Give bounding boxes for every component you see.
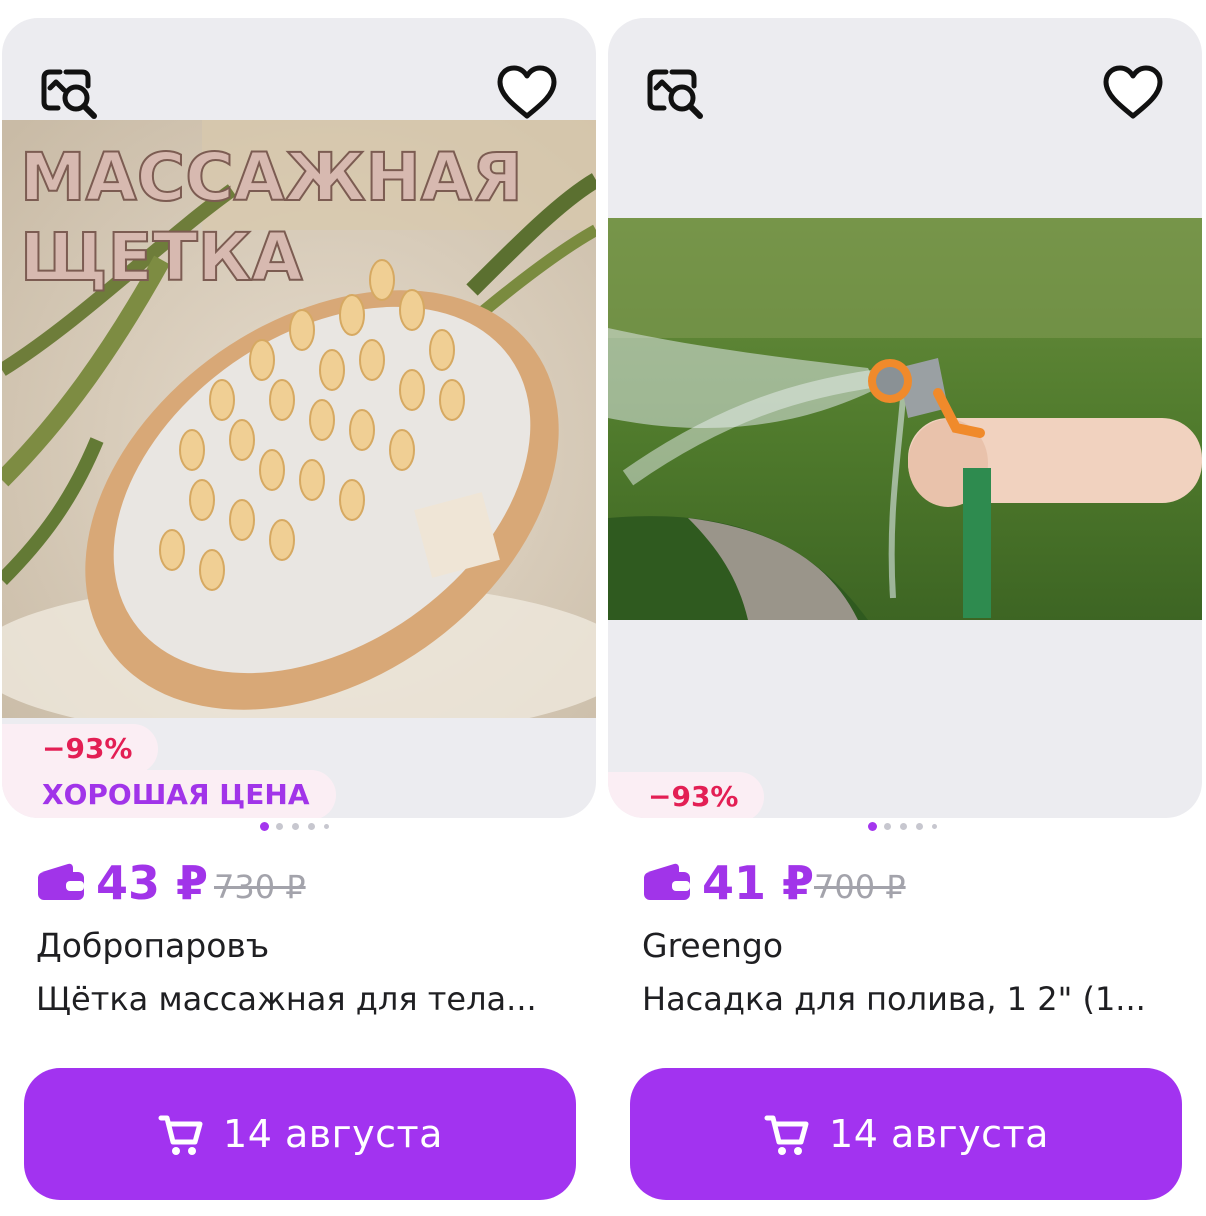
old-price: 730 ₽: [214, 868, 306, 906]
product-photo[interactable]: [608, 218, 1202, 620]
carousel-dot: [292, 823, 299, 830]
wallet-icon: [38, 863, 84, 900]
current-price: 41 ₽: [702, 856, 815, 910]
product-grid: МАССАЖНАЯ ЩЕТКА −93% ХОРОШАЯ ЦЕНА 43 ₽ 7…: [0, 0, 1206, 1216]
carousel-dot-active: [260, 822, 269, 831]
delivery-date-label: 14 августа: [223, 1112, 443, 1156]
favorite-button[interactable]: [492, 58, 562, 128]
brand-name[interactable]: Добропаровъ: [36, 926, 269, 965]
cart-icon: [764, 1115, 809, 1155]
garden-hose-nozzle-photo: [608, 218, 1202, 620]
favorite-button[interactable]: [1098, 58, 1168, 128]
product-photo[interactable]: МАССАЖНАЯ ЩЕТКА: [2, 120, 596, 718]
image-caption-line2: ЩЕТКА: [20, 219, 303, 296]
carousel-dot: [900, 823, 907, 830]
discount-badge: −93%: [2, 724, 159, 774]
wallet-icon: [644, 863, 690, 900]
product-image-area[interactable]: МАССАЖНАЯ ЩЕТКА −93% ХОРОШАЯ ЦЕНА: [2, 18, 596, 818]
heart-icon: [1103, 65, 1163, 119]
carousel-dot: [308, 823, 315, 830]
similar-search-button[interactable]: [642, 58, 712, 128]
image-search-icon: [41, 69, 97, 119]
cart-icon: [158, 1115, 203, 1155]
product-card[interactable]: МАССАЖНАЯ ЩЕТКА −93% ХОРОШАЯ ЦЕНА 43 ₽ 7…: [0, 0, 598, 1216]
brand-name[interactable]: Greengo: [642, 926, 783, 965]
add-to-cart-button[interactable]: 14 августа: [630, 1068, 1182, 1200]
good-price-badge: ХОРОШАЯ ЦЕНА: [2, 770, 336, 818]
product-card[interactable]: −93% 41 ₽ 700 ₽ Greengo Насадка для поли…: [606, 0, 1204, 1216]
product-image-area[interactable]: −93%: [608, 18, 1202, 818]
heart-icon: [497, 65, 557, 119]
massage-brush-photo: МАССАЖНАЯ ЩЕТКА: [2, 120, 596, 718]
image-search-icon: [647, 69, 703, 119]
carousel-dot: [276, 823, 283, 830]
carousel-dot: [884, 823, 891, 830]
similar-search-button[interactable]: [36, 58, 106, 128]
carousel-dot-active: [868, 822, 877, 831]
old-price: 700 ₽: [814, 868, 906, 906]
discount-badge: −93%: [608, 772, 765, 818]
image-caption-line1: МАССАЖНАЯ: [20, 139, 523, 216]
carousel-dot: [932, 824, 937, 829]
add-to-cart-button[interactable]: 14 августа: [24, 1068, 576, 1200]
product-title[interactable]: Насадка для полива, 1 2" (1...: [642, 980, 1182, 1018]
current-price: 43 ₽: [96, 856, 209, 910]
carousel-dot: [916, 823, 923, 830]
delivery-date-label: 14 августа: [829, 1112, 1049, 1156]
carousel-dot: [324, 824, 329, 829]
product-title[interactable]: Щётка массажная для тела...: [36, 980, 576, 1018]
